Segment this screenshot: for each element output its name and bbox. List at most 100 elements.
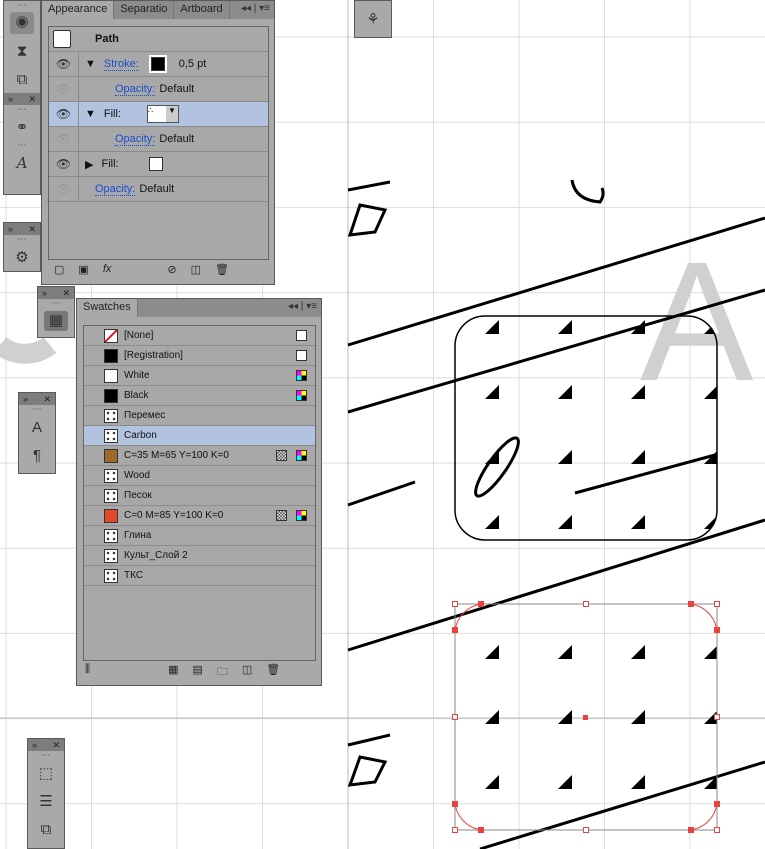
stroke-swatch[interactable] [148,55,167,73]
add-fill-icon[interactable]: ▣ [78,263,88,276]
swatch-chip [104,528,118,543]
swatch-chip [104,468,118,483]
fill-swatch[interactable] [148,157,163,171]
opacity-link[interactable]: Opacity: [115,83,156,96]
artboards-icon[interactable]: ⧉ [4,65,40,93]
floating-tool-panel[interactable]: ⚘ [354,0,392,38]
character-icon[interactable]: A [19,413,55,441]
eye-icon[interactable]: 👁 [49,152,79,176]
fill-row-selected[interactable]: 👁 ▼ Fill: ∴ ▼ [49,102,268,127]
dock-header[interactable]: » ✕ [4,223,40,235]
tab-appearance[interactable]: Appearance [42,1,115,19]
swatch-item[interactable]: Культ_Слой 2 [84,546,315,566]
dock-header[interactable]: » ✕ [4,93,40,105]
object-type: Path [95,33,119,45]
links-icon[interactable]: ⚭ [4,113,40,141]
swatch-item[interactable]: White [84,366,315,386]
selection-handle[interactable] [583,827,589,833]
delete-icon[interactable]: 🗑 [215,263,229,276]
swatch-item[interactable]: Wood [84,466,315,486]
selection-handle[interactable] [583,601,589,607]
selection-handle[interactable] [714,627,720,633]
selection-handle[interactable] [452,714,458,720]
expand-triangle-icon[interactable]: ▶ [85,158,93,171]
selection-handle[interactable] [452,827,458,833]
opacity-row[interactable]: 👁 Opacity: Default [49,127,268,152]
duplicate-item-icon[interactable]: ◫ [191,263,201,276]
expand-triangle-icon[interactable]: ▼ [85,58,96,70]
align-icon[interactable]: ☰ [28,787,64,815]
left-dock-4: » ✕ A ¶ [18,392,56,474]
expand-triangle-icon[interactable]: ▼ [85,108,96,120]
global-color-icon [276,510,287,521]
transparency-icon[interactable]: ⧗ [4,37,40,65]
chevron-down-icon[interactable]: ▼ [166,106,178,122]
swatch-item[interactable]: Black [84,386,315,406]
swatch-item[interactable]: C=0 M=85 Y=100 K=0 [84,506,315,526]
swatch-item[interactable]: [Registration] [84,346,315,366]
selection-handle[interactable] [452,627,458,633]
swatch-item[interactable]: Carbon [84,426,315,446]
tab-separations[interactable]: Separatio [114,1,175,19]
add-stroke-icon[interactable]: ▢ [54,263,64,276]
swatch-item[interactable]: Глина [84,526,315,546]
clear-appearance-icon[interactable]: ⊘ [167,263,176,276]
dock-header[interactable]: » ✕ [19,393,55,405]
stroke-row[interactable]: 👁 ▼ Stroke: 0,5 pt [49,52,268,77]
new-swatch-icon[interactable]: ◫ [242,663,252,682]
eye-icon[interactable]: 👁 [49,127,79,151]
selection-handle[interactable] [714,601,720,607]
paragraph-icon[interactable]: ¶ [19,441,55,469]
dock-header[interactable]: » ✕ [38,287,74,299]
eye-icon[interactable]: 👁 [49,177,79,201]
transform-icon[interactable]: ⬚ [28,759,64,787]
swatches-panel-icon[interactable]: ▦ [38,307,74,335]
swatch-item[interactable]: Песок [84,486,315,506]
fx-menu-button[interactable]: fx [103,263,112,276]
stroke-weight[interactable]: 0,5 pt [179,58,207,70]
stroke-link[interactable]: Stroke: [103,58,139,71]
selection-handle[interactable] [714,714,720,720]
opacity-link[interactable]: Opacity: [115,133,156,146]
symbol-sprayer-icon[interactable]: ⚘ [355,1,391,37]
swatch-options-icon[interactable]: ▤ [192,663,202,682]
selection-handle[interactable] [452,801,458,807]
opacity-link[interactable]: Opacity: [95,183,136,196]
selection-handle[interactable] [714,827,720,833]
eye-icon[interactable]: 👁 [49,52,79,76]
opacity-value: Default [159,133,195,145]
appearance-icon[interactable]: ◉ [4,9,40,37]
symbols-icon[interactable]: ⚙ [4,243,40,271]
dock-grip[interactable] [4,1,40,9]
show-kinds-icon[interactable]: ▦ [168,663,178,682]
swatch-name: [None] [124,330,154,341]
appearance-header[interactable]: Path [49,27,268,52]
opacity-row[interactable]: 👁 Opacity: Default [49,177,268,202]
swatch-chip [104,448,118,463]
selection-handle[interactable] [714,801,720,807]
swatch-item[interactable]: [None] [84,326,315,346]
dock-header[interactable]: » ✕ [28,739,64,751]
panel-menu-icon[interactable]: ◂◂ | ▾≡ [288,301,317,312]
selection-handle[interactable] [688,827,694,833]
selection-handle[interactable] [478,827,484,833]
delete-swatch-icon[interactable]: 🗑 [266,663,280,682]
swatch-item[interactable]: ТКС [84,566,315,586]
pathfinder-icon[interactable]: ⧉ [28,815,64,843]
selection-handle[interactable] [688,601,694,607]
character-styles-icon[interactable]: A [4,149,40,177]
fill-swatch-dropdown[interactable]: ∴ ▼ [147,105,179,123]
eye-icon[interactable]: 👁 [49,77,79,101]
swatch-item[interactable]: C=35 M=65 Y=100 K=0 [84,446,315,466]
opacity-row[interactable]: 👁 Opacity: Default [49,77,268,102]
selection-handle[interactable] [478,601,484,607]
panel-menu-icon[interactable]: ◂◂ | ▾≡ [241,3,270,14]
swatch-libraries-icon[interactable]: ⫼ [85,663,90,682]
eye-icon[interactable]: 👁 [49,102,79,126]
tab-artboards[interactable]: Artboard [174,1,230,19]
tab-swatches[interactable]: Swatches [77,299,138,317]
selection-handle[interactable] [452,601,458,607]
swatch-item[interactable]: Перемес [84,406,315,426]
new-group-icon[interactable]: 🗀 [217,663,228,682]
fill-row[interactable]: 👁 ▶ Fill: [49,152,268,177]
